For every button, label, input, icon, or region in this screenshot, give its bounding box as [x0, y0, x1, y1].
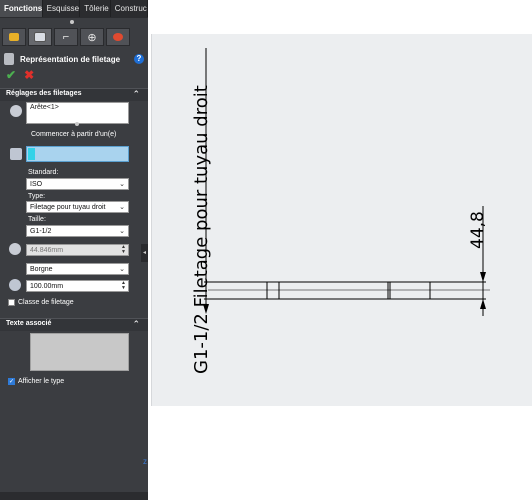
- size-label: Taille:: [28, 216, 46, 223]
- property-manager-header: Représentation de filetage ?: [4, 52, 144, 66]
- start-from-label: Commencer à partir d'un(e): [31, 131, 117, 138]
- command-manager-tabs: Fonctions Esquisse Tôlerie Construc: [0, 0, 148, 18]
- cosmetic-thread-icon: [4, 53, 14, 65]
- tab-esquisse[interactable]: Esquisse: [43, 0, 81, 17]
- depth-icon: [9, 279, 21, 291]
- standard-select-value: ISO: [30, 181, 43, 188]
- chevron-down-icon: ⌄: [119, 181, 125, 188]
- list-resize-handle[interactable]: [75, 122, 79, 126]
- cancel-button[interactable]: ✖: [24, 68, 34, 82]
- section-title: Texte associé: [6, 320, 52, 327]
- configuration-manager-icon[interactable]: ⌐: [54, 28, 78, 46]
- edge-selection-icon: [10, 105, 22, 117]
- chevron-up-icon[interactable]: ⌃: [132, 319, 140, 330]
- thread-class-label: Classe de filetage: [18, 299, 74, 306]
- thread-end-marker: [389, 281, 431, 300]
- spinner-icon[interactable]: ▲ ▼: [120, 281, 127, 291]
- selection-color-swatch: [28, 148, 35, 160]
- show-type-checkbox[interactable]: ✓: [8, 378, 15, 385]
- tab-construction[interactable]: Construc: [111, 0, 148, 17]
- minor-diameter-value: 44.846mm: [30, 247, 64, 254]
- diameter-icon: [9, 243, 21, 255]
- property-manager-panel: Fonctions Esquisse Tôlerie Construc ⌐ ⊕ …: [0, 0, 148, 500]
- start-face-selection-field[interactable]: [26, 146, 129, 162]
- thread-callout-text[interactable]: G1-1/2 Filetage pour tuyau droit: [191, 85, 212, 374]
- panel-bottom-strip: [0, 492, 148, 500]
- size-select[interactable]: G1-1/2 ⌄: [26, 225, 129, 237]
- minor-diameter-field: 44.846mm ▲ ▼: [26, 244, 129, 256]
- tab-fonctions[interactable]: Fonctions: [0, 0, 43, 17]
- type-label: Type:: [28, 193, 46, 200]
- ok-cancel-row: ✔ ✖: [6, 68, 34, 82]
- type-select[interactable]: Filetage pour tuyau droit ⌄: [26, 201, 129, 213]
- chevron-down-icon: ⌄: [119, 228, 125, 235]
- panel-collapse-handle[interactable]: ◂: [141, 244, 148, 262]
- tab-tolerie[interactable]: Tôlerie: [80, 0, 111, 17]
- start-face-icon: [10, 148, 22, 160]
- page-title: Représentation de filetage: [20, 54, 121, 64]
- dimension-arrow-top: [480, 272, 486, 282]
- size-select-value: G1-1/2: [30, 228, 52, 235]
- property-manager-icon[interactable]: [28, 28, 52, 46]
- dimension-arrow-bottom: [480, 299, 486, 309]
- panel-grip-handle[interactable]: [70, 20, 74, 24]
- depth-field[interactable]: 100.00mm ▲ ▼: [26, 280, 129, 292]
- show-type-label: Afficher le type: [18, 378, 65, 385]
- spinner-icon: ▲ ▼: [121, 244, 126, 255]
- ok-button[interactable]: ✔: [6, 68, 16, 82]
- end-condition-value: Borgne: [30, 266, 53, 273]
- chevron-down-icon: ⌄: [119, 204, 125, 211]
- thread-class-checkbox[interactable]: [8, 299, 15, 306]
- end-condition-select[interactable]: Borgne ⌄: [26, 263, 129, 275]
- thread-start-marker: [266, 281, 280, 300]
- section-title: Réglages des filetages: [6, 90, 82, 97]
- type-select-value: Filetage pour tuyau droit: [30, 204, 106, 211]
- edge-selection-item[interactable]: Arête<1>: [30, 104, 59, 111]
- appearance-icon[interactable]: [106, 28, 130, 46]
- help-icon[interactable]: ?: [134, 54, 144, 64]
- graphics-area[interactable]: G1-1/2 Filetage pour tuyau droit 44,8: [151, 34, 532, 406]
- edge-selection-list[interactable]: Arête<1>: [26, 102, 129, 124]
- chevron-up-icon[interactable]: ⌃: [132, 89, 140, 100]
- thread-settings-section-header[interactable]: Réglages des filetages ⌃: [0, 88, 148, 101]
- dimxpert-icon[interactable]: ⊕: [80, 28, 104, 46]
- feature-tree-icon[interactable]: [2, 28, 26, 46]
- stray-text: z: [143, 457, 147, 466]
- drawing-svg: G1-1/2 Filetage pour tuyau droit 44,8: [191, 48, 490, 374]
- depth-value: 100.00mm: [30, 283, 64, 290]
- chevron-down-icon: ⌄: [119, 266, 125, 273]
- manager-icon-bar: ⌐ ⊕: [0, 28, 148, 50]
- standard-select[interactable]: ISO ⌄: [26, 178, 129, 190]
- standard-label: Standard:: [28, 169, 59, 176]
- associated-text-section-header[interactable]: Texte associé ⌃: [0, 318, 148, 331]
- diameter-dimension-text[interactable]: 44,8: [468, 211, 488, 249]
- associated-text-area[interactable]: [30, 333, 129, 371]
